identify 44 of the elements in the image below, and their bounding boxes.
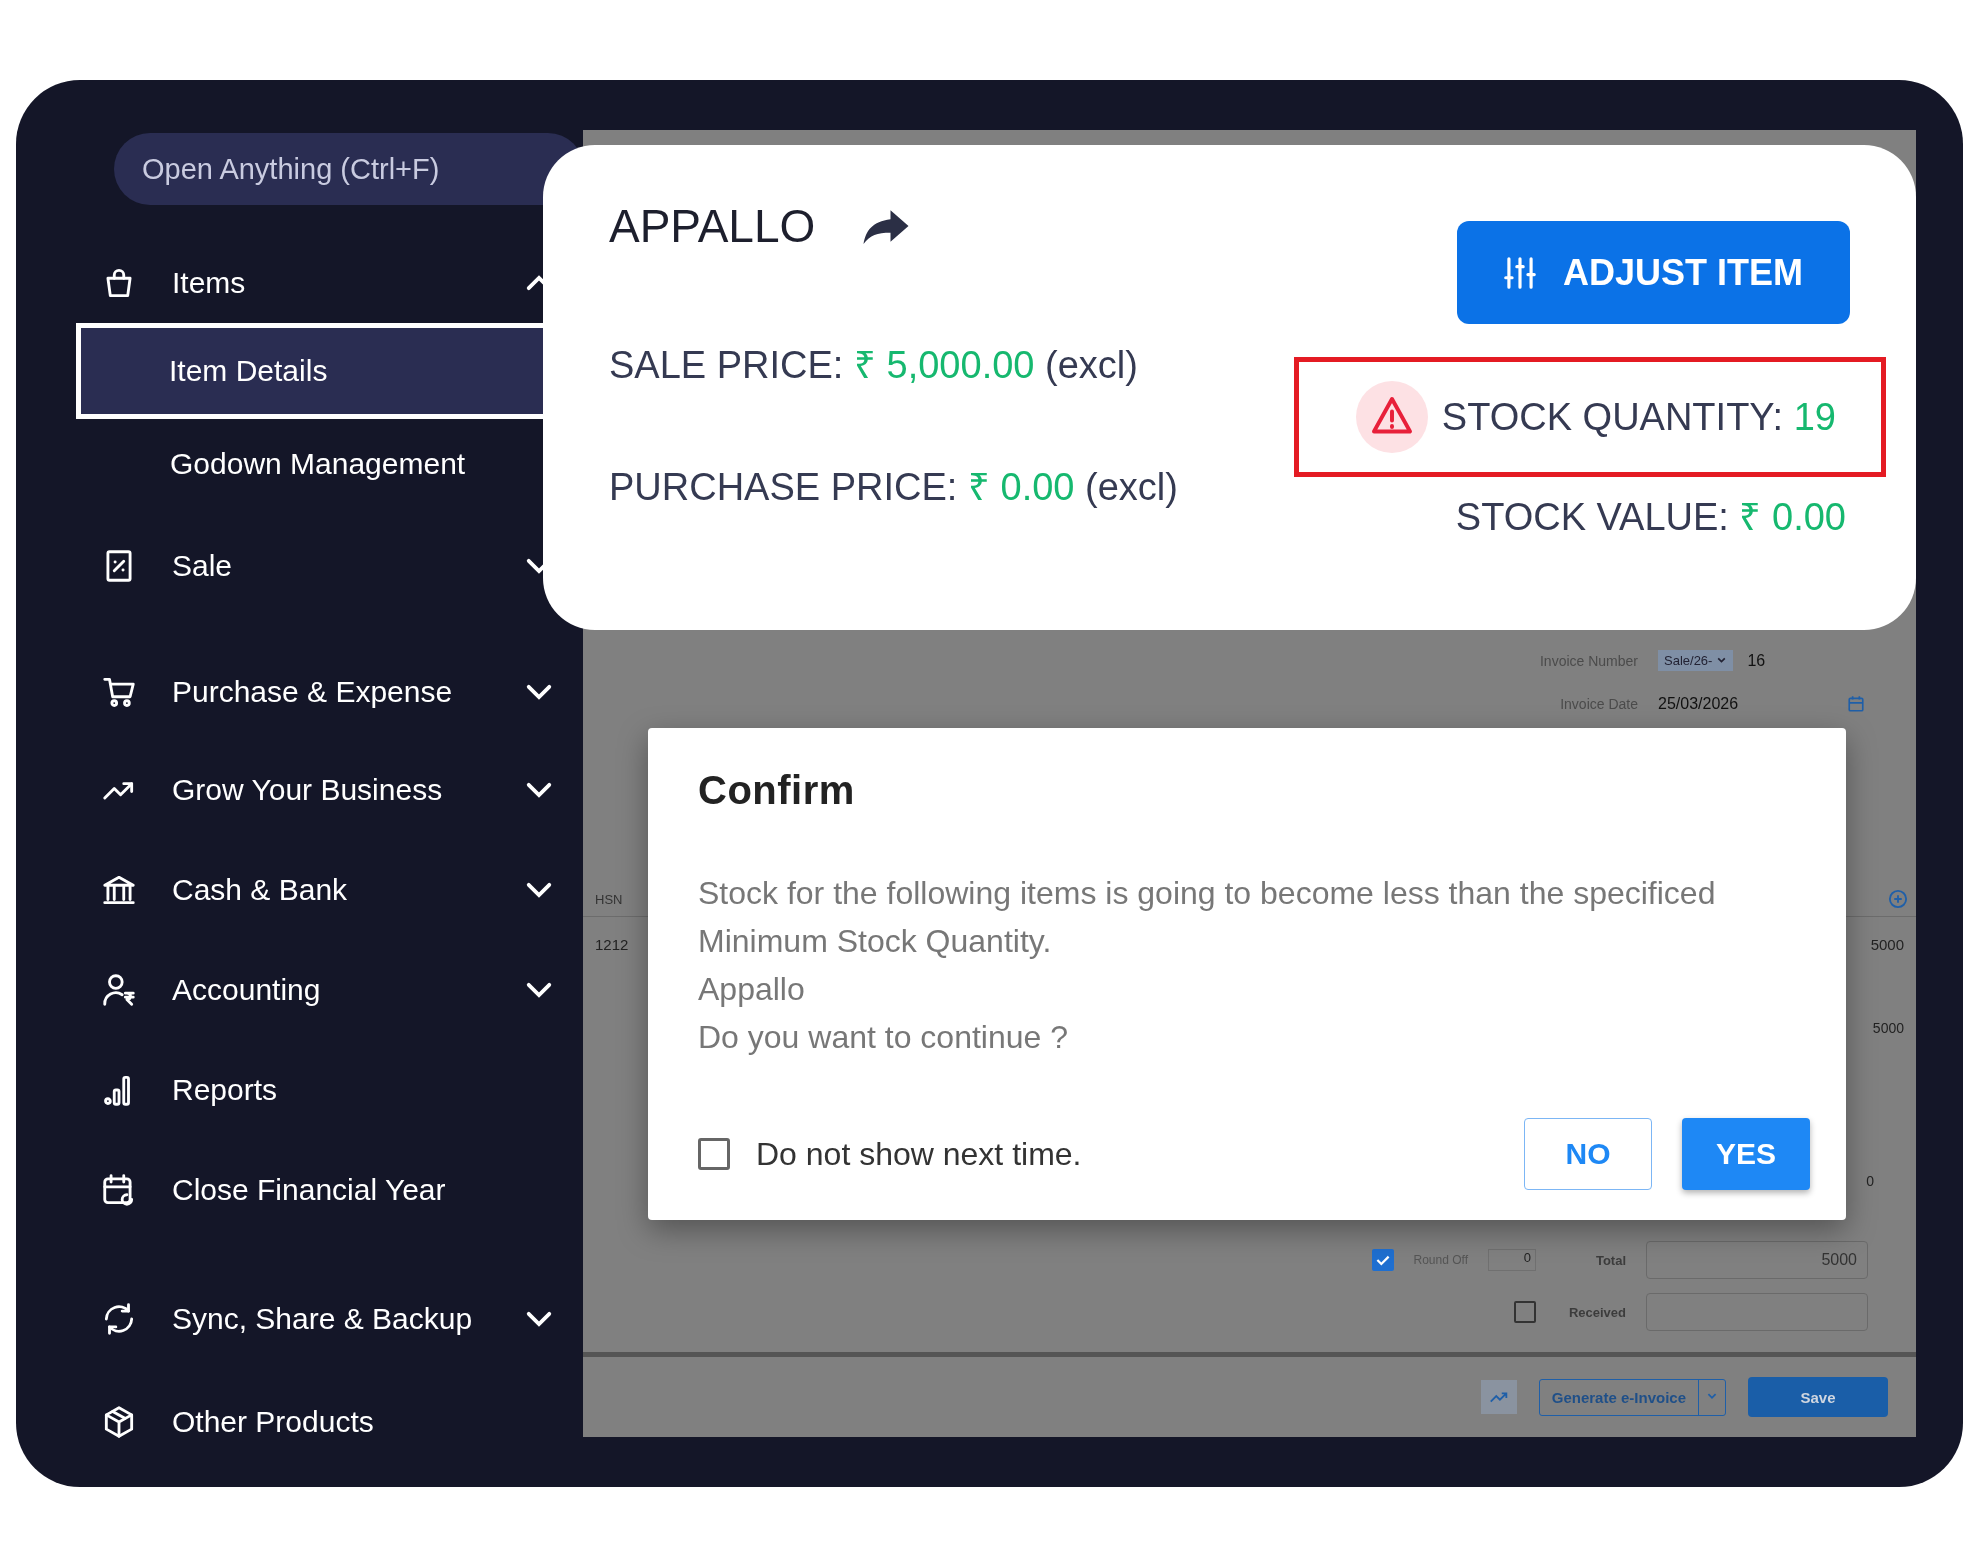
dialog-message: Stock for the following items is going to become less than the specificed xyxy=(698,874,1717,913)
purchase-price: PURCHASE PRICE: ₹ 0.00 (excl) xyxy=(609,465,1178,510)
received-label: Received xyxy=(1567,1304,1626,1320)
dialog-message: Appallo xyxy=(698,970,806,1009)
checkbox[interactable] xyxy=(698,1138,730,1170)
table-cell-text: 1212 xyxy=(595,936,629,955)
caret-icon xyxy=(1716,655,1728,666)
total-label: Total xyxy=(1594,1252,1626,1268)
nav-item[interactable]: Sale xyxy=(78,521,583,611)
stock-value: STOCK VALUE: ₹ 0.00 xyxy=(1455,495,1846,540)
column-header: HSN xyxy=(595,891,623,907)
nav-item[interactable]: Grow Your Business xyxy=(78,740,583,840)
invoice-date: 25/03/2026 xyxy=(1658,695,1739,713)
add-column-icon[interactable] xyxy=(1888,889,1908,909)
item-title: APPALLO xyxy=(609,199,816,253)
sale-price: SALE PRICE: ₹ 5,000.00 (excl) xyxy=(609,343,1139,388)
nav-item[interactable]: Cash & Bank xyxy=(78,840,583,940)
nav-item[interactable]: Purchase & Expense xyxy=(78,644,583,740)
stock-quantity: STOCK QUANTITY: 19 xyxy=(1441,395,1836,439)
table-cell-text: 5000 xyxy=(1870,936,1904,955)
amount-value: 0 xyxy=(1866,1173,1874,1191)
cancel-button[interactable]: NO xyxy=(1524,1118,1652,1190)
round-off-input[interactable]: 0 xyxy=(1488,1249,1536,1271)
received-checkbox[interactable] xyxy=(1514,1301,1536,1323)
nav-item[interactable]: Reports xyxy=(78,1040,583,1140)
subtotal-amount: 5000 xyxy=(1872,1020,1904,1038)
save-button[interactable]: Save xyxy=(1748,1377,1888,1417)
dialog-message: Minimum Stock Quantity. xyxy=(698,922,1053,961)
confirm-button[interactable]: YES xyxy=(1682,1118,1810,1190)
user-icon xyxy=(100,971,138,1009)
invoice-number: 16 xyxy=(1747,651,1766,670)
trend-icon[interactable] xyxy=(1480,1380,1517,1414)
dialog-title: Confirm xyxy=(698,768,856,813)
series-dropdown[interactable]: Sale/26- xyxy=(1658,650,1734,671)
nav-item[interactable]: Items xyxy=(78,243,583,323)
nav-item[interactable]: Sync, Share & Backup xyxy=(78,1256,583,1382)
checkbox-label: Do not show next time. xyxy=(756,1135,1082,1173)
nav-item[interactable]: Other Products xyxy=(78,1382,583,1462)
nav-item[interactable]: Close Financial Year xyxy=(78,1140,583,1240)
nav-item[interactable]: Accounting xyxy=(78,940,583,1040)
dialog-message: Do you want to continue ? xyxy=(698,1018,1069,1057)
adjust-item-button[interactable]: ADJUST ITEM xyxy=(1457,221,1850,324)
calendar-icon[interactable] xyxy=(1847,695,1866,713)
round-off-checkbox[interactable] xyxy=(1371,1249,1394,1271)
